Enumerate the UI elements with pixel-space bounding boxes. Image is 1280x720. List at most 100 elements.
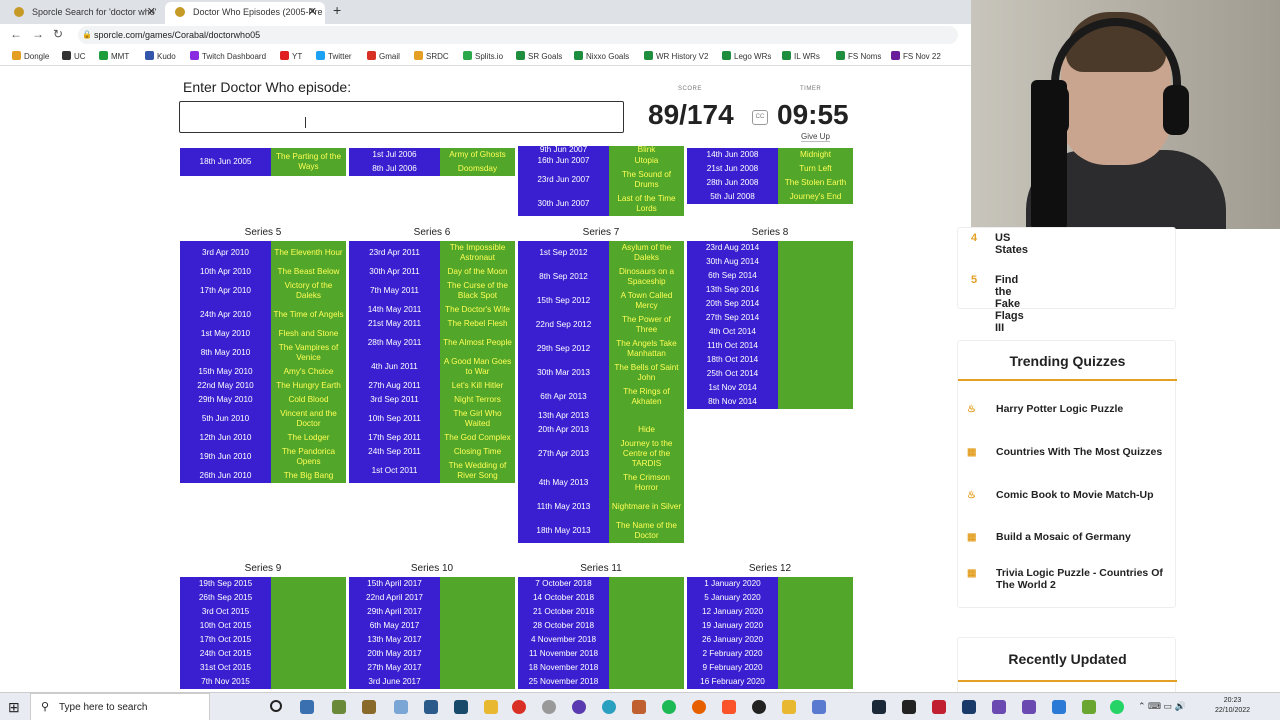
app-icon[interactable] [992, 700, 1006, 714]
cortana-icon[interactable] [270, 700, 282, 712]
app-icon[interactable] [932, 700, 946, 714]
episode-cell: Journey to the Centre of the TARDIS [609, 437, 684, 471]
bookmark-item[interactable]: Lego WRs [722, 51, 771, 61]
episode-cell: Blink [609, 145, 684, 154]
give-up-button[interactable]: Give Up [801, 132, 830, 142]
bookmark-item[interactable]: SRDC [414, 51, 449, 61]
windows-start-icon[interactable]: ⊞ [8, 699, 20, 716]
air-date-cell: 3rd Apr 2010 [180, 241, 271, 265]
bookmark-item[interactable]: UC [62, 51, 86, 61]
episode-cell: The Name of the Doctor [609, 519, 684, 543]
episode-cell: The Bells of Saint John [609, 361, 684, 385]
vscode-icon[interactable] [1052, 700, 1066, 714]
air-date-cell: 26th Sep 2015 [180, 591, 271, 605]
table-row: 24th Sep 2011 Closing Time [349, 445, 515, 459]
bookmark-item[interactable]: Dongle [12, 51, 49, 61]
air-date-cell: 30th Aug 2014 [687, 255, 778, 269]
sporcle-favicon-icon [14, 7, 24, 17]
app-icon[interactable] [1022, 700, 1036, 714]
app-icon[interactable] [362, 700, 376, 714]
bookmark-item[interactable]: MMT [99, 51, 129, 61]
firefox-icon[interactable] [692, 700, 706, 714]
captions-icon[interactable]: CC [752, 110, 768, 125]
bookmark-item[interactable]: Kudo [145, 51, 176, 61]
app-icon[interactable] [542, 700, 556, 714]
new-tab-button[interactable]: + [333, 2, 341, 18]
app-icon[interactable] [572, 700, 586, 714]
bookmark-item[interactable]: Twitter [316, 51, 352, 61]
bookmark-icon [836, 51, 845, 60]
app-icon[interactable] [902, 700, 916, 714]
app-icon[interactable] [782, 700, 796, 714]
app-icon[interactable] [632, 700, 646, 714]
app-icon[interactable] [332, 700, 346, 714]
taskbar-clock[interactable]: 20:23 22/10/2022 [1215, 696, 1250, 716]
table-row: 24th Oct 2015 [180, 647, 346, 661]
episode-cell: Flesh and Stone [271, 327, 346, 341]
url-field[interactable]: 🔒 sporcle.com/games/Corabal/doctorwho05 [78, 26, 958, 44]
episode-cell-blank [609, 661, 684, 675]
folder-icon[interactable] [484, 700, 498, 714]
episode-cell-blank [778, 577, 853, 591]
episode-cell-blank [778, 661, 853, 675]
table-row: 26th Jun 2010 The Big Bang [180, 469, 346, 483]
episode-cell: Last of the Time Lords [609, 192, 684, 216]
tab-sporcle-search[interactable]: Sporcle Search for 'doctor who' ✕ [4, 2, 164, 24]
bookmark-item[interactable]: SR Goals [516, 51, 562, 61]
bookmark-item[interactable]: IL WRs [782, 51, 820, 61]
episode-cell-blank [778, 675, 853, 689]
app-icon[interactable] [962, 700, 976, 714]
steam-icon[interactable] [872, 700, 886, 714]
bookmark-item[interactable]: YT [280, 51, 302, 61]
table-row: 9th Jun 2007 Blink [518, 145, 684, 154]
back-icon[interactable]: ← [10, 27, 22, 41]
app-icon[interactable] [752, 700, 766, 714]
air-date-cell: 18th Oct 2014 [687, 353, 778, 367]
bookmark-item[interactable]: FS Nov 22 [891, 51, 941, 61]
episode-cell: The Sound of Drums [609, 168, 684, 192]
answer-input[interactable] [179, 101, 624, 133]
series-heading: Series 11 [580, 563, 622, 574]
episode-cell: The Stolen Earth [778, 176, 853, 190]
app-icon[interactable] [424, 700, 438, 714]
bookmark-item[interactable]: WR History V2 [644, 51, 708, 61]
chrome-icon[interactable] [512, 700, 526, 714]
tab-doctor-who-quiz[interactable]: Doctor Who Episodes (2005-Pre ✕ [165, 2, 325, 24]
table-row: 3rd Oct 2015 [180, 605, 346, 619]
table-row: 14th May 2011 The Doctor's Wife [349, 303, 515, 317]
app-icon[interactable] [454, 700, 468, 714]
spotify-icon[interactable] [662, 700, 676, 714]
app-icon[interactable] [602, 700, 616, 714]
app-icon[interactable] [394, 700, 408, 714]
close-tab-icon[interactable]: ✕ [308, 2, 317, 22]
bookmark-item[interactable]: Splits.io [463, 51, 503, 61]
reload-icon[interactable]: ↻ [53, 27, 63, 41]
table-row: 23rd Aug 2014 [687, 241, 853, 255]
table-row: 25 November 2018 [518, 675, 684, 689]
series-heading: Series 12 [748, 563, 792, 574]
system-tray[interactable]: ⌃ ⌨ ▭ 🔊 [1138, 701, 1186, 712]
bookmark-item[interactable]: FS Noms [836, 51, 881, 61]
series-heading: Series 8 [751, 227, 789, 238]
close-tab-icon[interactable]: ✕ [147, 2, 156, 22]
episode-cell-blank [609, 619, 684, 633]
episode-cell: Cold Blood [271, 393, 346, 407]
episode-cell: A Good Man Goes to War [440, 355, 515, 379]
app-icon[interactable] [300, 700, 314, 714]
bookmark-item[interactable]: Nixxo Goals [574, 51, 629, 61]
air-date-cell: 26th Jun 2010 [180, 469, 271, 483]
whatsapp-icon[interactable] [1110, 700, 1124, 714]
air-date-cell: 29th Sep 2012 [518, 337, 609, 361]
bookmark-item[interactable]: Gmail [367, 51, 400, 61]
series-table: 1 January 2020 5 January 2020 12 January 2… [687, 577, 853, 689]
air-date-cell: 20th May 2017 [349, 647, 440, 661]
series-table: 23rd Apr 2011 The Impossible Astronaut 30t… [349, 241, 515, 483]
taskbar-search-input[interactable]: ⚲ Type here to search [30, 693, 210, 720]
forward-icon[interactable]: → [32, 27, 44, 41]
air-date-cell: 18th May 2013 [518, 519, 609, 543]
brave-icon[interactable] [722, 700, 736, 714]
app-icon[interactable] [812, 700, 826, 714]
air-date-cell: 6th Apr 2013 [518, 385, 609, 409]
bookmark-item[interactable]: Twitch Dashboard [190, 51, 266, 61]
app-icon[interactable] [1082, 700, 1096, 714]
